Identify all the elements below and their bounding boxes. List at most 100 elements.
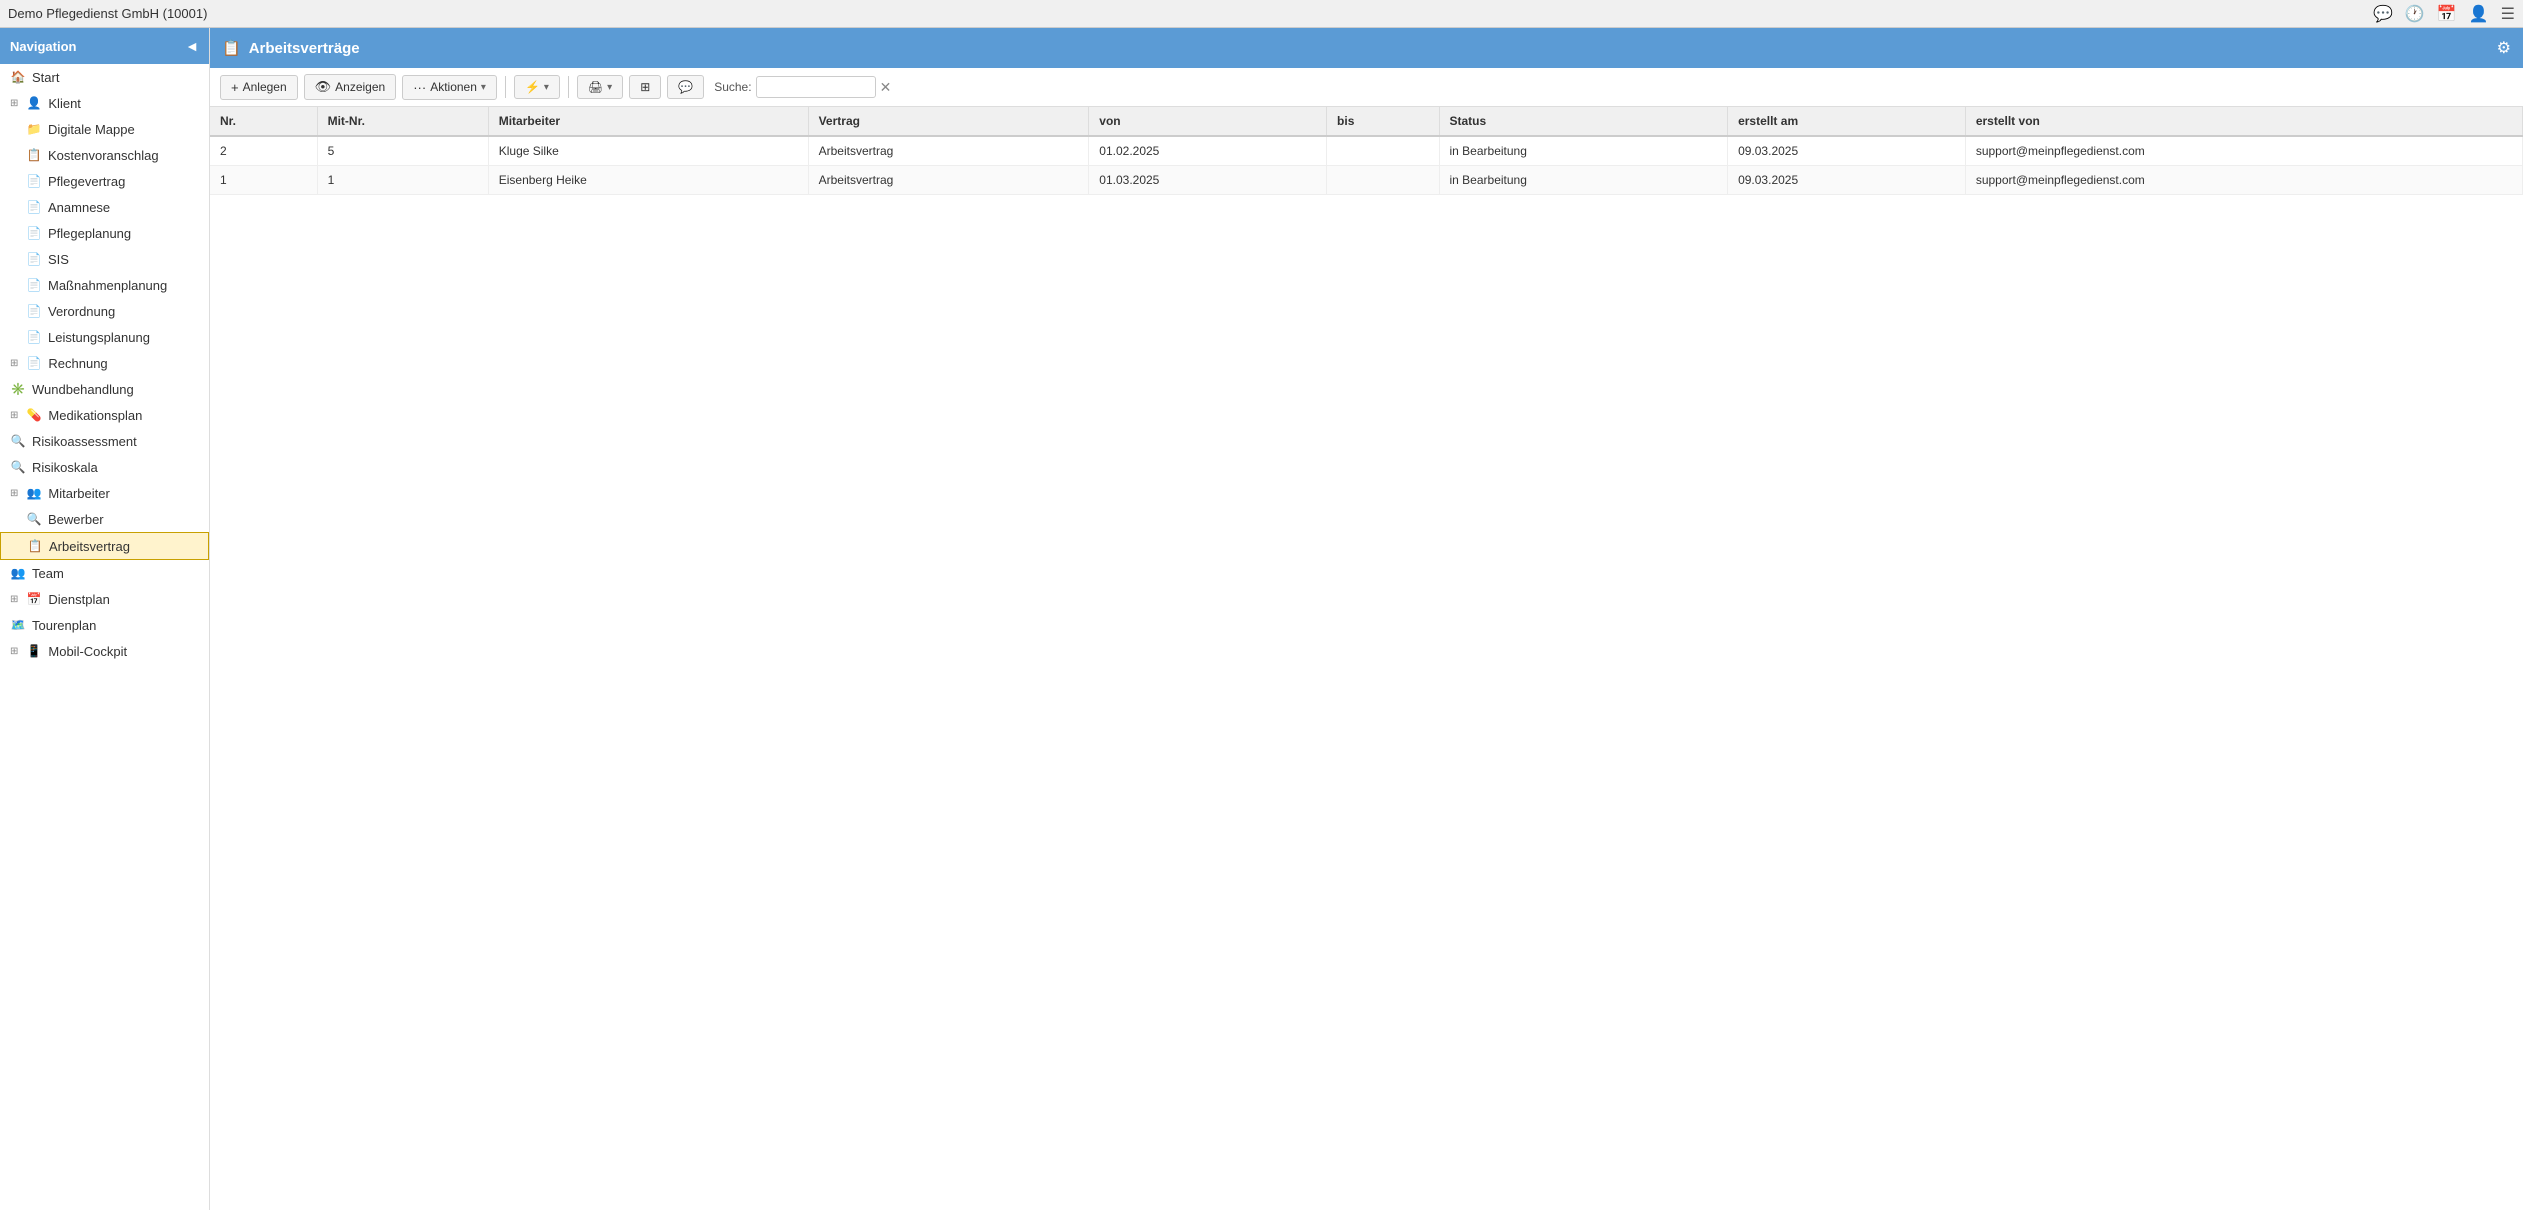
aktionen-button[interactable]: ··· Aktionen ▾ xyxy=(402,75,497,100)
nav-label-bewerber: Bewerber xyxy=(48,512,104,527)
dots-icon: ··· xyxy=(413,80,426,95)
sidebar-item-risikoskala[interactable]: 🔍Risikoskala xyxy=(0,454,209,480)
nav-items: 🏠 Start ⊞👤Klient📁Digitale Mappe📋Kostenvora… xyxy=(0,64,209,1210)
nav-label-risikoskala: Risikoskala xyxy=(32,460,98,475)
sidebar-item-pflegevertrag[interactable]: 📄 Pflegevertrag xyxy=(0,168,209,194)
sidebar-title: Navigation xyxy=(10,39,76,54)
cell-erstellt-am: 09.03.2025 xyxy=(1728,166,1966,195)
anlegen-button[interactable]: + Anlegen xyxy=(220,75,298,100)
page-title-area: 📋 Arbeitsverträge xyxy=(222,39,360,57)
nav-label-medikationsplan: Medikationsplan xyxy=(48,408,142,423)
settings-icon[interactable]: ⚙ xyxy=(2497,38,2511,58)
nav-label-pflegevertrag: Pflegevertrag xyxy=(48,174,125,189)
page-icon: 📋 xyxy=(222,39,241,57)
nav-label-mitarbeiter: Mitarbeiter xyxy=(48,486,109,501)
sidebar-item-tourenplan[interactable]: 🗺️Tourenplan xyxy=(0,612,209,638)
cell-nr: 1 xyxy=(210,166,317,195)
sidebar-item-rechnung[interactable]: ⊞📄Rechnung xyxy=(0,350,209,376)
nav-icon-digitale-mappe: 📁 xyxy=(26,121,42,137)
cell-status: in Bearbeitung xyxy=(1439,166,1728,195)
nav-icon-medikationsplan: 💊 xyxy=(26,407,42,423)
menu-icon[interactable]: ☰ xyxy=(2501,4,2515,24)
sidebar-item-mitarbeiter[interactable]: ⊞👥Mitarbeiter xyxy=(0,480,209,506)
nav-label-anamnese: Anamnese xyxy=(48,200,110,215)
sidebar-item-bewerber[interactable]: 🔍Bewerber xyxy=(0,506,209,532)
expand-icon-mobil-cockpit: ⊞ xyxy=(10,646,18,657)
cell-vertrag: Arbeitsvertrag xyxy=(808,136,1089,166)
chat-icon[interactable]: 💬 xyxy=(2373,4,2393,24)
nav-icon-pflegevertrag: 📄 xyxy=(26,173,42,189)
col-header-vertrag: Vertrag xyxy=(808,107,1089,136)
table-body: 25Kluge SilkeArbeitsvertrag01.02.2025in … xyxy=(210,136,2523,195)
nav-label-klient: Klient xyxy=(48,96,81,111)
sidebar-item-start[interactable]: 🏠 Start xyxy=(0,64,209,90)
sidebar-item-team[interactable]: 👥Team xyxy=(0,560,209,586)
sidebar-item-medikationsplan[interactable]: ⊞ 💊 Medikationsplan xyxy=(0,402,209,428)
layout: Navigation ◄ 🏠 Start ⊞👤Klient📁Digitale Map… xyxy=(0,28,2523,1210)
table-row[interactable]: 11Eisenberg HeikeArbeitsvertrag01.03.202… xyxy=(210,166,2523,195)
nav-icon-tourenplan: 🗺️ xyxy=(10,617,26,633)
cell-bis xyxy=(1327,166,1439,195)
nav-icon-start: 🏠 xyxy=(10,69,26,85)
comment-button[interactable]: 💬 xyxy=(667,75,704,99)
filter-button[interactable]: ⚡ ▾ xyxy=(514,75,560,99)
sidebar-item-digitale-mappe[interactable]: 📁Digitale Mappe xyxy=(0,116,209,142)
table-area: Nr.Mit-Nr.MitarbeiterVertragvonbisStatus… xyxy=(210,107,2523,1210)
nav-icon-rechnung: 📄 xyxy=(26,355,42,371)
plus-icon: + xyxy=(231,80,239,95)
sidebar-collapse-button[interactable]: ◄ xyxy=(185,38,199,54)
cell-mitarbeiter: Kluge Silke xyxy=(488,136,808,166)
nav-label-pflegeplanung: Pflegeplanung xyxy=(48,226,131,241)
nav-label-leistungsplanung: Leistungsplanung xyxy=(48,330,150,345)
comment-icon: 💬 xyxy=(678,80,693,94)
search-clear-button[interactable]: ✕ xyxy=(880,79,892,96)
nav-icon-mitarbeiter: 👥 xyxy=(26,485,42,501)
sidebar-item-verordnung[interactable]: 📄Verordnung xyxy=(0,298,209,324)
cell-status: in Bearbeitung xyxy=(1439,136,1728,166)
cell-von: 01.03.2025 xyxy=(1089,166,1327,195)
eye-icon: 👁 xyxy=(315,79,332,95)
sidebar-item-mobil-cockpit[interactable]: ⊞📱Mobil-Cockpit xyxy=(0,638,209,664)
nav-label-kostenvoranschlag: Kostenvoranschlag xyxy=(48,148,159,163)
filter-icon: ⚡ xyxy=(525,80,540,94)
nav-icon-leistungsplanung: 📄 xyxy=(26,329,42,345)
toolbar-separator-1 xyxy=(505,76,506,98)
calendar-icon[interactable]: 📅 xyxy=(2437,4,2457,24)
nav-icon-anamnese: 📄 xyxy=(26,199,42,215)
filter-dropdown-arrow: ▾ xyxy=(544,82,549,93)
sidebar-item-leistungsplanung[interactable]: 📄 Leistungsplanung xyxy=(0,324,209,350)
sidebar-item-klient[interactable]: ⊞👤Klient xyxy=(0,90,209,116)
col-header-mitarbeiter: Mitarbeiter xyxy=(488,107,808,136)
sidebar-item-anamnese[interactable]: 📄 Anamnese xyxy=(0,194,209,220)
history-icon[interactable]: 🕐 xyxy=(2405,4,2425,24)
nav-label-massnahmenplanung: Maßnahmenplanung xyxy=(48,278,167,293)
nav-icon-mobil-cockpit: 📱 xyxy=(26,643,42,659)
cell-von: 01.02.2025 xyxy=(1089,136,1327,166)
sidebar-item-sis[interactable]: 📄SIS xyxy=(0,246,209,272)
col-header-nr-: Nr. xyxy=(210,107,317,136)
cell-mitarbeiter: Eisenberg Heike xyxy=(488,166,808,195)
user-icon[interactable]: 👤 xyxy=(2469,4,2489,24)
search-input[interactable] xyxy=(756,76,876,98)
cell-bis xyxy=(1327,136,1439,166)
sidebar-item-massnahmenplanung[interactable]: 📄Maßnahmenplanung xyxy=(0,272,209,298)
sidebar-item-wundbehandlung[interactable]: ✳️Wundbehandlung xyxy=(0,376,209,402)
expand-icon-medikationsplan: ⊞ xyxy=(10,410,18,421)
table-header-row: Nr.Mit-Nr.MitarbeiterVertragvonbisStatus… xyxy=(210,107,2523,136)
sidebar-item-pflegeplanung[interactable]: 📄Pflegeplanung xyxy=(0,220,209,246)
nav-label-verordnung: Verordnung xyxy=(48,304,115,319)
sidebar-item-risikoassessment[interactable]: 🔍Risikoassessment xyxy=(0,428,209,454)
cell-erstellt-von: support@meinpflegedienst.com xyxy=(1965,166,2522,195)
table-row[interactable]: 25Kluge SilkeArbeitsvertrag01.02.2025in … xyxy=(210,136,2523,166)
sidebar-item-dienstplan[interactable]: ⊞📅Dienstplan xyxy=(0,586,209,612)
export-icon: ⊞ xyxy=(640,80,650,94)
export-button[interactable]: ⊞ xyxy=(629,75,661,99)
sidebar-item-arbeitsvertrag[interactable]: 📋Arbeitsvertrag xyxy=(0,532,209,560)
expand-icon-klient: ⊞ xyxy=(10,98,18,109)
print-button[interactable]: 🖨 ▾ xyxy=(577,75,623,99)
sidebar-header: Navigation ◄ xyxy=(0,28,209,64)
anzeigen-button[interactable]: 👁 Anzeigen xyxy=(304,74,397,100)
sidebar-item-kostenvoranschlag[interactable]: 📋Kostenvoranschlag xyxy=(0,142,209,168)
nav-label-start: Start xyxy=(32,70,59,85)
cell-erstellt-von: support@meinpflegedienst.com xyxy=(1965,136,2522,166)
